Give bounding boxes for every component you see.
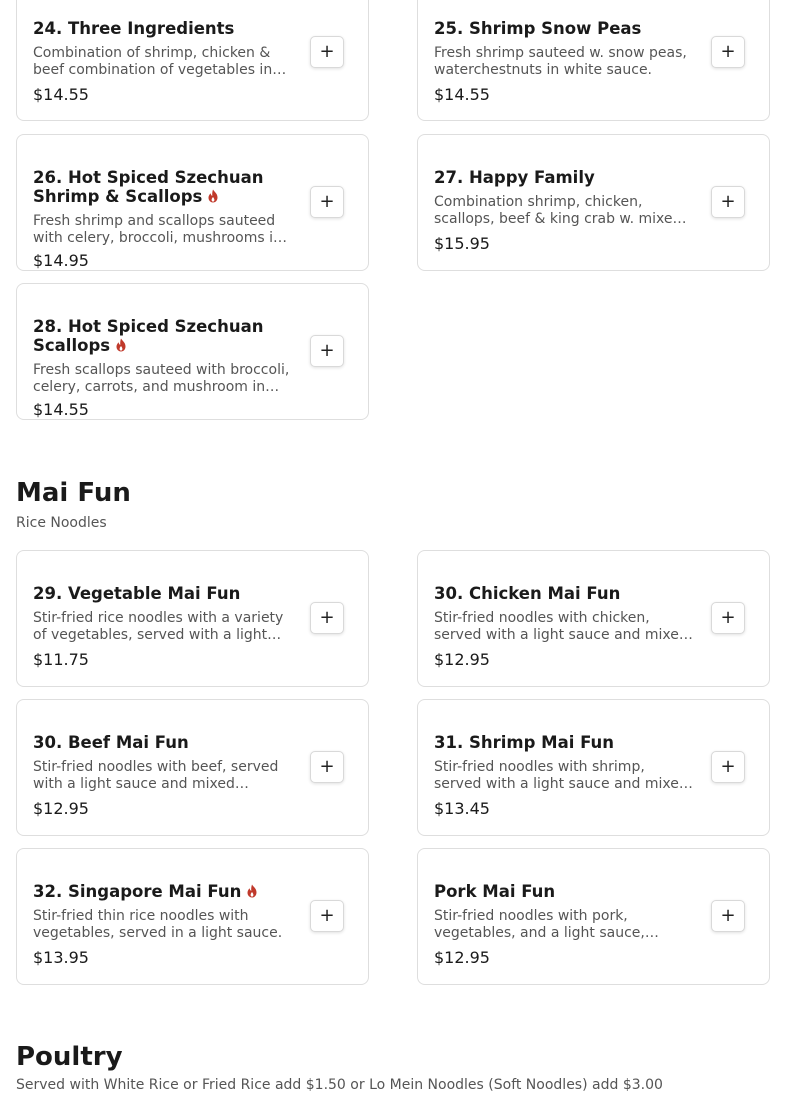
menu-item-name: 28. Hot Spiced Szechuan Scallops (33, 317, 292, 355)
menu-item-card[interactable]: 30. Chicken Mai Fun Stir-fried noodles w… (417, 550, 770, 687)
menu-item-description: Stir-fried noodles with chicken, served … (434, 610, 688, 643)
menu-item-price: $11.75 (33, 650, 89, 669)
menu-item-price: $14.55 (33, 85, 89, 104)
menu-item-description: Stir-fried noodles with shrimp, served w… (434, 759, 688, 792)
menu-item-name: 27. Happy Family (434, 168, 595, 187)
menu-item-price: $13.95 (33, 948, 89, 967)
menu-item-description: Fresh scallops sauteed with broccoli, ce… (33, 362, 290, 395)
menu-item-description: Stir-fried thin rice noodles with vegeta… (33, 908, 283, 941)
menu-item-price: $12.95 (33, 799, 89, 818)
menu-item-name: 30. Beef Mai Fun (33, 733, 189, 752)
menu-item-card[interactable]: 25. Shrimp Snow Peas Fresh shrimp sautee… (417, 0, 770, 121)
menu-item-price: $14.55 (33, 400, 89, 419)
add-to-cart-button[interactable]: + (310, 601, 344, 634)
menu-item-description: Stir-fried noodles with pork, vegetables… (434, 908, 645, 941)
menu-item-price: $13.45 (434, 799, 490, 818)
menu-item-name: 31. Shrimp Mai Fun (434, 733, 615, 752)
menu-item-name-text: 26. Hot Spiced Szechuan Shrimp & Scallop… (33, 168, 264, 206)
add-to-cart-button[interactable]: + (711, 35, 745, 68)
spicy-icon (208, 189, 218, 203)
menu-item-card[interactable]: 24. Three Ingredients Combination of shr… (16, 0, 369, 121)
menu-item-card[interactable]: 28. Hot Spiced Szechuan Scallops Fresh s… (16, 283, 369, 420)
menu-item-card[interactable]: 27. Happy Family Combination shrimp, chi… (417, 134, 770, 271)
menu-item-name: 32. Singapore Mai Fun (33, 882, 292, 901)
menu-item-description: Combination of shrimp, chicken & beef co… (33, 45, 273, 78)
menu-item-name: 30. Chicken Mai Fun (434, 584, 621, 603)
menu-item-description: Stir-fried noodles with beef, served wit… (33, 759, 279, 792)
menu-item-card[interactable]: 26. Hot Spiced Szechuan Shrimp & Scallop… (16, 134, 369, 271)
add-to-cart-button[interactable]: + (310, 899, 344, 932)
section-title: Mai Fun (16, 478, 131, 508)
section-subtitle: Served with White Rice or Fried Rice add… (16, 1077, 663, 1093)
menu-item-card[interactable]: 32. Singapore Mai Fun Stir-fried thin ri… (16, 848, 369, 985)
menu-item-description: Stir-fried rice noodles with a variety o… (33, 610, 284, 643)
menu-item-price: $12.95 (434, 650, 490, 669)
add-to-cart-button[interactable]: + (310, 750, 344, 783)
menu-item-name: 24. Three Ingredients (33, 19, 235, 38)
add-to-cart-button[interactable]: + (711, 899, 745, 932)
menu-item-name: 25. Shrimp Snow Peas (434, 19, 642, 38)
section-subtitle: Rice Noodles (16, 515, 107, 531)
menu-item-price: $12.95 (434, 948, 490, 967)
menu-item-description: Fresh shrimp sauteed w. snow peas, water… (434, 45, 687, 78)
menu-item-price: $14.95 (33, 251, 89, 270)
menu-item-description: Fresh shrimp and scallops sauteed with c… (33, 213, 282, 246)
section-title: Poultry (16, 1042, 123, 1072)
menu-item-name-text: 32. Singapore Mai Fun (33, 882, 242, 901)
add-to-cart-button[interactable]: + (310, 334, 344, 367)
menu-page: 24. Three Ingredients Combination of shr… (0, 0, 785, 1093)
menu-item-price: $14.55 (434, 85, 490, 104)
add-to-cart-button[interactable]: + (711, 750, 745, 783)
menu-item-description: Combination shrimp, chicken, scallops, b… (434, 194, 682, 227)
menu-item-card[interactable]: 29. Vegetable Mai Fun Stir-fried rice no… (16, 550, 369, 687)
add-to-cart-button[interactable]: + (310, 185, 344, 218)
menu-item-card[interactable]: Pork Mai Fun Stir-fried noodles with por… (417, 848, 770, 985)
menu-item-name-text: 28. Hot Spiced Szechuan Scallops (33, 317, 264, 355)
add-to-cart-button[interactable]: + (711, 185, 745, 218)
menu-item-card[interactable]: 31. Shrimp Mai Fun Stir-fried noodles wi… (417, 699, 770, 836)
menu-item-name: 29. Vegetable Mai Fun (33, 584, 241, 603)
menu-item-name: 26. Hot Spiced Szechuan Shrimp & Scallop… (33, 168, 292, 206)
menu-item-price: $15.95 (434, 234, 490, 253)
spicy-icon (247, 884, 257, 898)
menu-item-card[interactable]: 30. Beef Mai Fun Stir-fried noodles with… (16, 699, 369, 836)
add-to-cart-button[interactable]: + (310, 35, 344, 68)
add-to-cart-button[interactable]: + (711, 601, 745, 634)
spicy-icon (116, 338, 126, 352)
menu-item-name: Pork Mai Fun (434, 882, 556, 901)
